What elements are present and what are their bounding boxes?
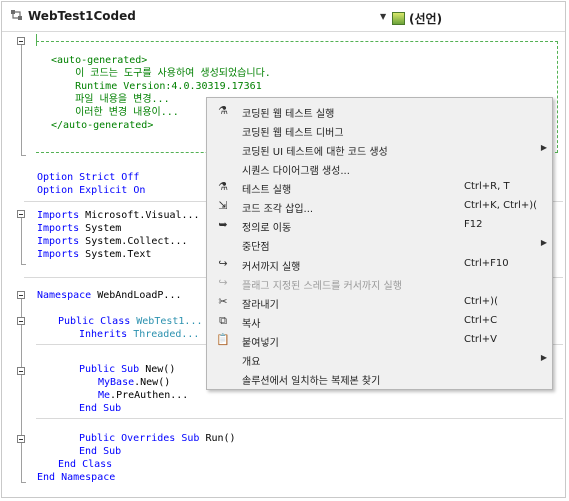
end-sub-line: End Sub: [79, 403, 122, 414]
end-class-line: End Class: [58, 459, 113, 470]
menu-item-cut[interactable]: ✂ 잘라내기 Ctrl+)(: [207, 293, 552, 312]
paste-icon: 📋: [216, 333, 230, 346]
mybase-line: MyBase.New(): [98, 377, 171, 388]
submenu-arrow-icon: ▶: [540, 353, 547, 362]
run-to-cursor-icon: ↪: [218, 257, 228, 270]
run-line: Public Overrides Sub Run(): [79, 433, 236, 444]
outline-line: [21, 218, 22, 264]
outline-line: [36, 34, 37, 46]
outline-line: [21, 155, 26, 156]
menu-item-run-tests[interactable]: ⚗ 테스트 실행 Ctrl+R, T: [207, 178, 552, 197]
menu-item-find-matching-clones[interactable]: 솔루션에서 일치하는 복제본 찾기: [207, 369, 552, 388]
menu-item-insert-snippet[interactable]: ⇲ 코드 조각 삽입... Ctrl+K, Ctrl+)(: [207, 197, 552, 216]
menu-item-go-to-definition[interactable]: ➥ 정의로 이동 F12: [207, 216, 552, 235]
class-icon: [11, 10, 22, 20]
menu-item-copy[interactable]: ⧉ 복사 Ctrl+C: [207, 312, 552, 331]
menu-item-generate-coded-ui-code[interactable]: 코딩된 UI 테스트에 대한 코드 생성 ▶: [207, 140, 552, 159]
member-dropdown[interactable]: (선언): [392, 10, 442, 27]
end-namespace-line: End Namespace: [37, 472, 116, 483]
end-sub-line: End Sub: [79, 446, 122, 457]
type-name: WebTest1Coded: [28, 9, 136, 23]
collapse-toggle-icon[interactable]: [17, 37, 25, 45]
collapse-toggle-icon[interactable]: [17, 291, 25, 299]
copy-icon: ⧉: [219, 314, 227, 327]
go-to-definition-icon: ➥: [218, 218, 228, 231]
class-line: Public Class WebTest1...: [58, 316, 203, 327]
menu-item-breakpoint[interactable]: 중단점 ▶: [207, 235, 552, 254]
outline-line: [21, 482, 26, 483]
submenu-arrow-icon: ▶: [540, 238, 547, 247]
me-line: Me.PreAuthen...: [98, 390, 189, 401]
menu-item-generate-sequence-diagram[interactable]: 시퀀스 다이어그램 생성...: [207, 159, 552, 178]
submenu-arrow-icon: ▶: [540, 143, 547, 152]
declarations-icon: [392, 12, 405, 25]
outline-line: [21, 45, 22, 155]
collapse-toggle-icon[interactable]: [17, 435, 25, 443]
outline-line: [21, 299, 22, 482]
inherits-line: Inherits Threaded...: [79, 329, 200, 340]
member-dropdown-arrow-icon[interactable]: ▼: [380, 12, 386, 21]
context-menu: ⚗ 코딩된 웹 테스트 실행 코딩된 웹 테스트 디버그 코딩된 UI 테스트에…: [206, 97, 553, 390]
collapse-toggle-icon[interactable]: [17, 210, 25, 218]
menu-item-outlining[interactable]: 개요 ▶: [207, 350, 552, 369]
namespace-line: Namespace WebAndLoadP...: [37, 290, 182, 301]
separator: [36, 418, 563, 419]
menu-item-run-to-cursor[interactable]: ↪ 커서까지 실행 Ctrl+F10: [207, 255, 552, 274]
type-dropdown[interactable]: WebTest1Coded: [10, 9, 136, 23]
menu-item-paste[interactable]: 📋 붙여넣기 Ctrl+V: [207, 331, 552, 350]
collapse-toggle-icon[interactable]: [17, 367, 25, 375]
snippet-icon: ⇲: [218, 199, 228, 212]
menu-item-run-coded-web-test[interactable]: ⚗ 코딩된 웹 테스트 실행: [207, 102, 552, 121]
sub-new-line: Public Sub New(): [79, 364, 176, 375]
menu-item-debug-coded-web-test[interactable]: 코딩된 웹 테스트 디버그: [207, 121, 552, 140]
cut-icon: ✂: [218, 295, 228, 308]
collapse-toggle-icon[interactable]: [17, 317, 25, 325]
web-test-run-icon: ⚗: [218, 104, 228, 117]
run-flagged-threads-icon: ↪: [218, 276, 228, 289]
menu-item-run-flagged-threads[interactable]: ↪ 플래그 지정된 스레드를 커서까지 실행: [207, 274, 552, 293]
imports-block: Imports Microsoft.Visual... Imports Syste…: [37, 210, 200, 260]
navigation-bar: WebTest1Coded ▼ (선언): [2, 2, 565, 32]
option-explicit-line: Option Explicit On: [37, 185, 146, 196]
outline-line: [21, 264, 26, 265]
option-strict-line: Option Strict Off: [37, 172, 140, 183]
test-run-icon: ⚗: [218, 180, 228, 193]
member-name: (선언): [409, 12, 443, 26]
